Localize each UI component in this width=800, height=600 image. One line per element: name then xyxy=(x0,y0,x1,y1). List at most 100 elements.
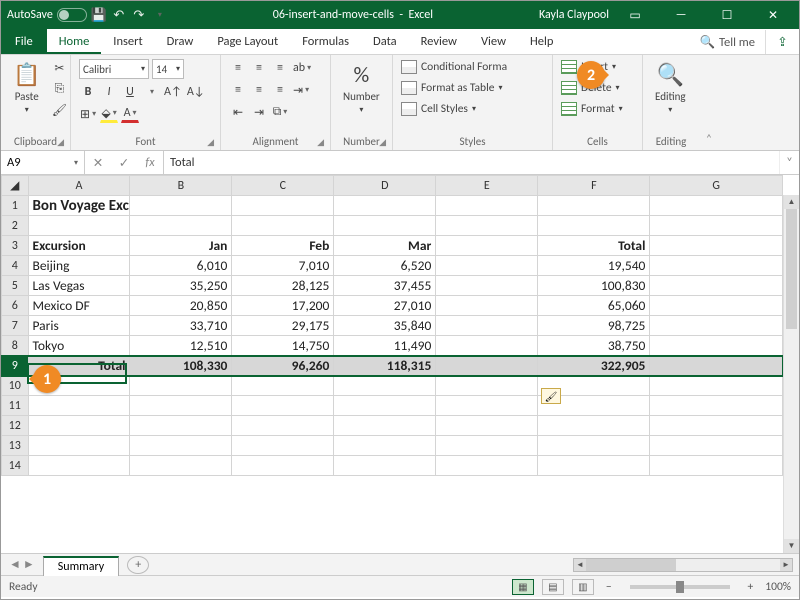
cell[interactable]: 20,850 xyxy=(130,296,232,316)
cancel-formula-icon[interactable]: ✕ xyxy=(85,155,111,171)
cell[interactable]: 98,725 xyxy=(538,316,650,336)
cell[interactable]: 12,510 xyxy=(130,336,232,356)
row-header-9[interactable]: 9 xyxy=(2,356,29,376)
merge-button[interactable]: ⧉ xyxy=(271,103,289,121)
align-top-icon[interactable]: ≡ xyxy=(229,59,247,77)
orientation-icon[interactable]: ab xyxy=(292,59,312,77)
cell[interactable]: 33,710 xyxy=(130,316,232,336)
close-button[interactable]: ✕ xyxy=(753,1,793,29)
scroll-down-icon[interactable]: ▼ xyxy=(784,539,799,553)
number-launcher[interactable]: ◢ xyxy=(379,137,386,148)
qat-customize-icon[interactable] xyxy=(151,7,167,23)
tab-review[interactable]: Review xyxy=(409,30,469,54)
tab-home[interactable]: Home xyxy=(47,30,102,54)
ribbon-options-icon[interactable]: ▭ xyxy=(615,1,655,29)
cell[interactable]: Jan xyxy=(130,236,232,256)
zoom-level[interactable]: 100% xyxy=(765,580,791,594)
font-color-button[interactable]: A xyxy=(121,105,139,123)
cell[interactable]: Mar xyxy=(334,236,436,256)
cell[interactable]: Excursion xyxy=(28,236,130,256)
page-break-view-icon[interactable]: ▥ xyxy=(572,579,594,595)
column-headers[interactable]: ◢ A B C D E F G xyxy=(2,176,783,196)
col-header-G[interactable]: G xyxy=(650,176,783,196)
tab-page-layout[interactable]: Page Layout xyxy=(205,30,290,54)
scroll-up-icon[interactable]: ▲ xyxy=(784,195,799,209)
col-header-F[interactable]: F xyxy=(538,176,650,196)
editing-button[interactable]: 🔍 Editing ▾ xyxy=(651,59,690,117)
font-name-dropdown[interactable]: Calibri▾ xyxy=(79,59,149,79)
sheet-tab-summary[interactable]: Summary xyxy=(43,556,119,576)
cell[interactable]: 38,750 xyxy=(538,336,650,356)
fill-color-button[interactable]: ⬙ xyxy=(100,105,118,123)
row-header-6[interactable]: 6 xyxy=(2,296,29,316)
alignment-launcher[interactable]: ◢ xyxy=(317,137,324,148)
grow-font-icon[interactable]: A↑ xyxy=(163,83,183,101)
cell[interactable]: 96,260 xyxy=(232,356,334,376)
cell[interactable]: 29,175 xyxy=(232,316,334,336)
vertical-scrollbar[interactable]: ▲ ▼ xyxy=(783,195,799,553)
autosave-toggle[interactable] xyxy=(57,8,87,22)
align-bottom-icon[interactable]: ≡ xyxy=(271,59,289,77)
borders-button[interactable]: ⊞ xyxy=(79,105,97,123)
cell[interactable]: 14,750 xyxy=(232,336,334,356)
cell[interactable]: 11,490 xyxy=(334,336,436,356)
enter-formula-icon[interactable]: ✓ xyxy=(111,155,137,171)
col-header-E[interactable]: E xyxy=(436,176,538,196)
cell[interactable]: 322,905 xyxy=(538,356,650,376)
cell[interactable]: 28,125 xyxy=(232,276,334,296)
align-center-icon[interactable]: ≡ xyxy=(250,81,268,99)
sheet-nav-prev-icon[interactable]: ◄ xyxy=(9,557,21,572)
cell[interactable]: 17,200 xyxy=(232,296,334,316)
undo-icon[interactable]: ↶ xyxy=(111,7,127,23)
cell[interactable]: Bon Voyage Excursions xyxy=(28,196,130,216)
col-header-C[interactable]: C xyxy=(232,176,334,196)
redo-icon[interactable]: ↷ xyxy=(131,7,147,23)
paste-options-icon[interactable]: 🖌 xyxy=(541,388,561,404)
col-header-D[interactable]: D xyxy=(334,176,436,196)
underline-button[interactable]: U xyxy=(121,83,139,101)
paste-button[interactable]: 📋 Paste ▾ xyxy=(9,59,44,117)
font-launcher[interactable]: ◢ xyxy=(207,137,214,148)
conditional-formatting-button[interactable]: Conditional Forma xyxy=(401,59,507,75)
hscroll-thumb[interactable] xyxy=(586,559,676,571)
cell[interactable]: 100,830 xyxy=(538,276,650,296)
row-header-7[interactable]: 7 xyxy=(2,316,29,336)
cell[interactable]: 6,520 xyxy=(334,256,436,276)
tab-draw[interactable]: Draw xyxy=(155,30,206,54)
tab-file[interactable]: File xyxy=(1,29,47,54)
row-header-12[interactable]: 12 xyxy=(2,416,29,436)
row-header-1[interactable]: 1 xyxy=(2,196,29,216)
underline-dropdown[interactable] xyxy=(142,83,160,101)
format-as-table-button[interactable]: Format as Table▾ xyxy=(401,80,502,96)
tab-formulas[interactable]: Formulas xyxy=(290,30,361,54)
bold-button[interactable]: B xyxy=(79,83,97,101)
vscroll-thumb[interactable] xyxy=(786,209,797,329)
cell[interactable]: Paris xyxy=(28,316,130,336)
format-cells-button[interactable]: Format ▾ xyxy=(561,101,623,117)
row-header-13[interactable]: 13 xyxy=(2,436,29,456)
cell[interactable]: 118,315 xyxy=(334,356,436,376)
tell-me-search[interactable]: 🔍Tell me xyxy=(689,31,765,54)
horizontal-scrollbar[interactable]: ◄ ► xyxy=(573,558,793,572)
row-header-2[interactable]: 2 xyxy=(2,216,29,236)
copy-icon[interactable]: ⎘ xyxy=(50,80,68,98)
cell[interactable]: Tokyo xyxy=(28,336,130,356)
minimize-button[interactable]: — xyxy=(661,1,701,29)
select-all-corner[interactable]: ◢ xyxy=(2,176,29,196)
cell[interactable]: Las Vegas xyxy=(28,276,130,296)
page-layout-view-icon[interactable]: ▤ xyxy=(542,579,564,595)
cell[interactable]: Beijing xyxy=(28,256,130,276)
cell[interactable]: 35,840 xyxy=(334,316,436,336)
cell[interactable]: 65,060 xyxy=(538,296,650,316)
fx-icon[interactable]: fx xyxy=(137,155,163,170)
tab-help[interactable]: Help xyxy=(518,30,565,54)
align-right-icon[interactable]: ≡ xyxy=(271,81,289,99)
decrease-indent-icon[interactable]: ⇤ xyxy=(229,103,247,121)
cell[interactable]: Total xyxy=(538,236,650,256)
row-header-5[interactable]: 5 xyxy=(2,276,29,296)
cell[interactable]: 27,010 xyxy=(334,296,436,316)
zoom-out-button[interactable]: − xyxy=(602,580,616,594)
align-left-icon[interactable]: ≡ xyxy=(229,81,247,99)
new-sheet-button[interactable]: + xyxy=(127,556,149,574)
zoom-in-button[interactable]: + xyxy=(744,580,758,594)
